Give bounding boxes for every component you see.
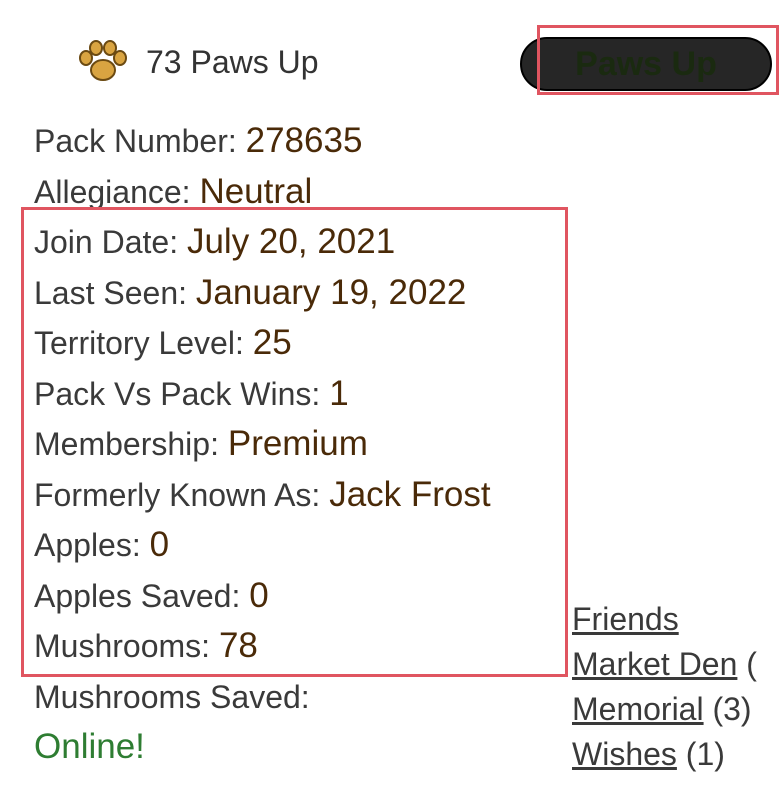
stat-value: 78 bbox=[218, 626, 258, 665]
online-status: Online! bbox=[34, 722, 574, 773]
pack-profile-page: 73 Paws Up Paws Up Pack Number: 278635 A… bbox=[0, 0, 783, 800]
stat-membership: Membership: Premium bbox=[34, 419, 574, 470]
stat-pack-number: Pack Number: 278635 bbox=[34, 116, 574, 167]
link-row-wishes: Wishes (1) bbox=[572, 732, 757, 777]
link-row-market-den: Market Den ( bbox=[572, 642, 757, 687]
stat-pvp-wins: Pack Vs Pack Wins: 1 bbox=[34, 369, 574, 420]
stat-allegiance: Allegiance: Neutral bbox=[34, 167, 574, 218]
wishes-link[interactable]: Wishes bbox=[572, 736, 677, 772]
paws-count-text: 73 Paws Up bbox=[146, 43, 319, 80]
stat-value: Jack Frost bbox=[329, 474, 491, 514]
stat-label: Pack Number: bbox=[34, 123, 246, 159]
link-count: ( bbox=[737, 646, 757, 682]
stat-value: Premium bbox=[227, 424, 368, 463]
stat-label: Territory Level: bbox=[34, 325, 253, 361]
stat-value: January 19, 2022 bbox=[195, 272, 467, 312]
stat-label: Mushrooms Saved: bbox=[34, 678, 310, 715]
friends-link[interactable]: Friends bbox=[572, 601, 679, 637]
link-row-memorial: Memorial (3) bbox=[572, 687, 757, 732]
stat-last-seen: Last Seen: January 19, 2022 bbox=[34, 268, 574, 319]
stat-formerly-known-as: Formerly Known As: Jack Frost bbox=[34, 470, 574, 521]
stat-label: Last Seen: bbox=[34, 274, 196, 311]
stat-value: 25 bbox=[252, 323, 292, 362]
link-count: (3) bbox=[703, 691, 752, 727]
stat-territory-level: Territory Level: 25 bbox=[34, 318, 574, 369]
stat-label: Apples: bbox=[34, 527, 150, 563]
stat-value: July 20, 2021 bbox=[186, 222, 396, 261]
paws-up-count: 73 Paws Up bbox=[78, 40, 319, 84]
market-den-link[interactable]: Market Den bbox=[572, 646, 737, 682]
stat-value: 278635 bbox=[245, 121, 363, 160]
stat-label: Mushrooms: bbox=[34, 628, 219, 664]
online-status-text: Online! bbox=[34, 727, 145, 766]
stat-apples: Apples: 0 bbox=[34, 520, 574, 571]
stat-value: Neutral bbox=[199, 171, 313, 211]
stat-value: 0 bbox=[249, 575, 269, 615]
stat-label: Apples Saved: bbox=[34, 577, 250, 614]
stat-mushrooms-saved: Mushrooms Saved: bbox=[34, 672, 574, 723]
stat-label: Membership: bbox=[34, 426, 228, 462]
stat-label: Allegiance: bbox=[34, 173, 200, 210]
link-row-friends: Friends bbox=[572, 597, 757, 642]
stat-label: Formerly Known As: bbox=[34, 476, 330, 513]
pack-links: Friends Market Den ( Memorial (3) Wishes… bbox=[572, 597, 757, 777]
paws-up-button[interactable]: Paws Up bbox=[520, 37, 772, 91]
stat-mushrooms: Mushrooms: 78 bbox=[34, 621, 574, 672]
link-count: (1) bbox=[676, 736, 725, 772]
stat-label: Pack Vs Pack Wins: bbox=[34, 375, 330, 412]
stat-value: 0 bbox=[149, 525, 170, 564]
memorial-link[interactable]: Memorial bbox=[572, 691, 704, 727]
stat-join-date: Join Date: July 20, 2021 bbox=[34, 217, 574, 268]
stat-label: Join Date: bbox=[34, 224, 187, 260]
stat-apples-saved: Apples Saved: 0 bbox=[34, 571, 574, 622]
pack-stats-list: Pack Number: 278635 Allegiance: Neutral … bbox=[34, 116, 574, 773]
stat-value: 1 bbox=[329, 373, 349, 413]
paw-icon bbox=[79, 40, 127, 81]
